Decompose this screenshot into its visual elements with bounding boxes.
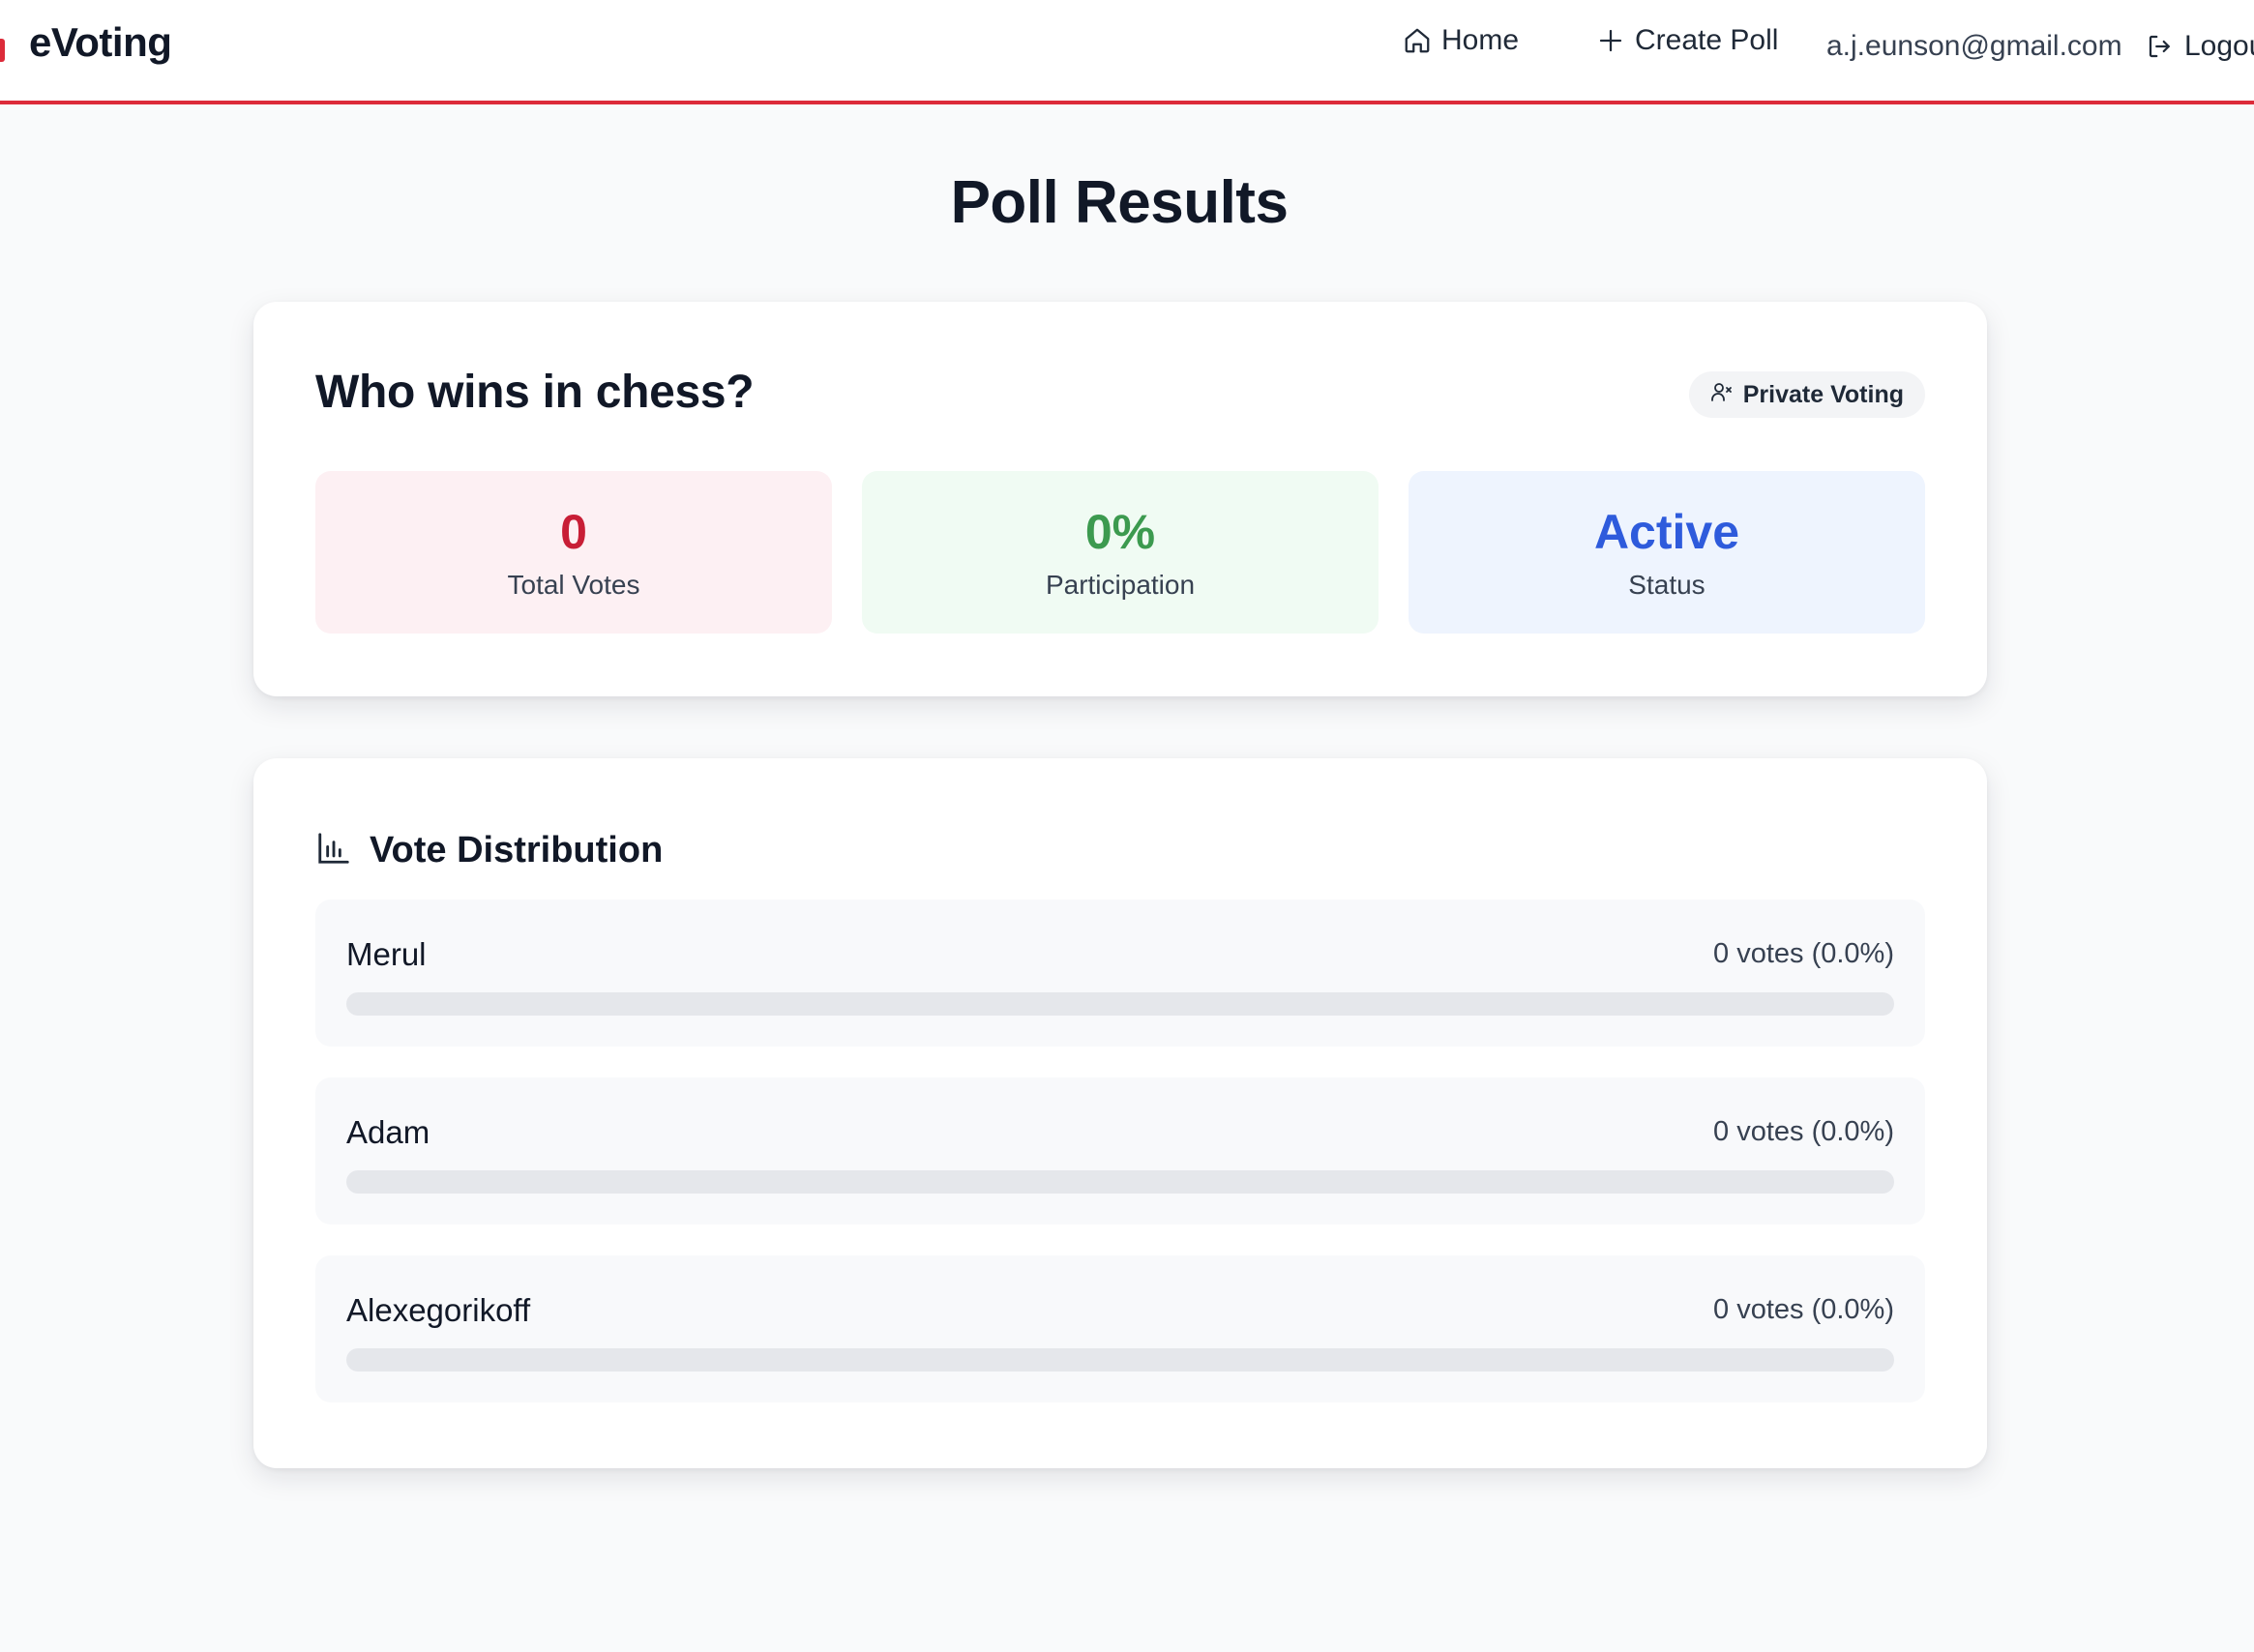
status-label: Status bbox=[1628, 570, 1705, 600]
participation-stat: 0% Participation bbox=[862, 471, 1379, 634]
home-icon bbox=[1403, 26, 1432, 55]
nav-logout-label: Logou bbox=[2184, 30, 2254, 62]
option-row: Adam 0 votes (0.0%) bbox=[315, 1077, 1925, 1224]
page-title: Poll Results bbox=[950, 169, 1289, 236]
poll-question: Who wins in chess? bbox=[315, 367, 755, 418]
user-email: a.j.eunson@gmail.com bbox=[1826, 30, 2122, 62]
brand-accent-mark bbox=[0, 39, 5, 62]
private-voting-badge: Private Voting bbox=[1688, 371, 1925, 418]
total-votes-stat: 0 Total Votes bbox=[315, 471, 832, 634]
plus-icon bbox=[1596, 26, 1625, 55]
user-x-icon bbox=[1710, 380, 1734, 410]
status-value: Active bbox=[1593, 505, 1740, 559]
option-name: Adam bbox=[346, 1114, 430, 1150]
nav-home-link[interactable]: Home bbox=[1403, 21, 1519, 60]
poll-summary-card: Who wins in chess? Private Voting 0 Tota… bbox=[253, 302, 1987, 696]
option-vote-count: 0 votes (0.0%) bbox=[1713, 1116, 1894, 1147]
option-vote-count: 0 votes (0.0%) bbox=[1713, 1294, 1894, 1325]
logout-icon bbox=[2146, 32, 2175, 61]
participation-label: Participation bbox=[1045, 570, 1196, 600]
option-vote-count: 0 votes (0.0%) bbox=[1713, 938, 1894, 969]
vote-distribution-header: Vote Distribution bbox=[315, 826, 663, 874]
option-name: Alexegorikoff bbox=[346, 1292, 531, 1328]
nav-home-label: Home bbox=[1441, 24, 1520, 56]
option-progress-track bbox=[346, 1348, 1894, 1372]
top-nav-bar: eVoting Home Create Poll a.j.eunson@gmai… bbox=[0, 0, 2254, 104]
option-row: Merul 0 votes (0.0%) bbox=[315, 900, 1925, 1047]
option-row: Alexegorikoff 0 votes (0.0%) bbox=[315, 1255, 1925, 1402]
option-progress-track bbox=[346, 1170, 1894, 1194]
status-stat: Active Status bbox=[1409, 471, 1925, 634]
bar-chart-icon bbox=[315, 830, 352, 871]
total-votes-value: 0 bbox=[560, 505, 587, 559]
nav-logout-button[interactable]: Logou bbox=[2146, 27, 2254, 66]
private-voting-label: Private Voting bbox=[1742, 380, 1904, 408]
option-name: Merul bbox=[346, 936, 427, 972]
participation-value: 0% bbox=[1084, 505, 1156, 559]
nav-create-poll-link[interactable]: Create Poll bbox=[1596, 21, 1778, 60]
brand-logo[interactable]: eVoting bbox=[29, 19, 172, 66]
vote-distribution-card: Vote Distribution Merul 0 votes (0.0%) A… bbox=[253, 758, 1987, 1468]
nav-create-poll-label: Create Poll bbox=[1635, 24, 1779, 56]
vote-distribution-title: Vote Distribution bbox=[370, 829, 664, 870]
option-progress-track bbox=[346, 992, 1894, 1016]
total-votes-label: Total Votes bbox=[507, 570, 640, 600]
